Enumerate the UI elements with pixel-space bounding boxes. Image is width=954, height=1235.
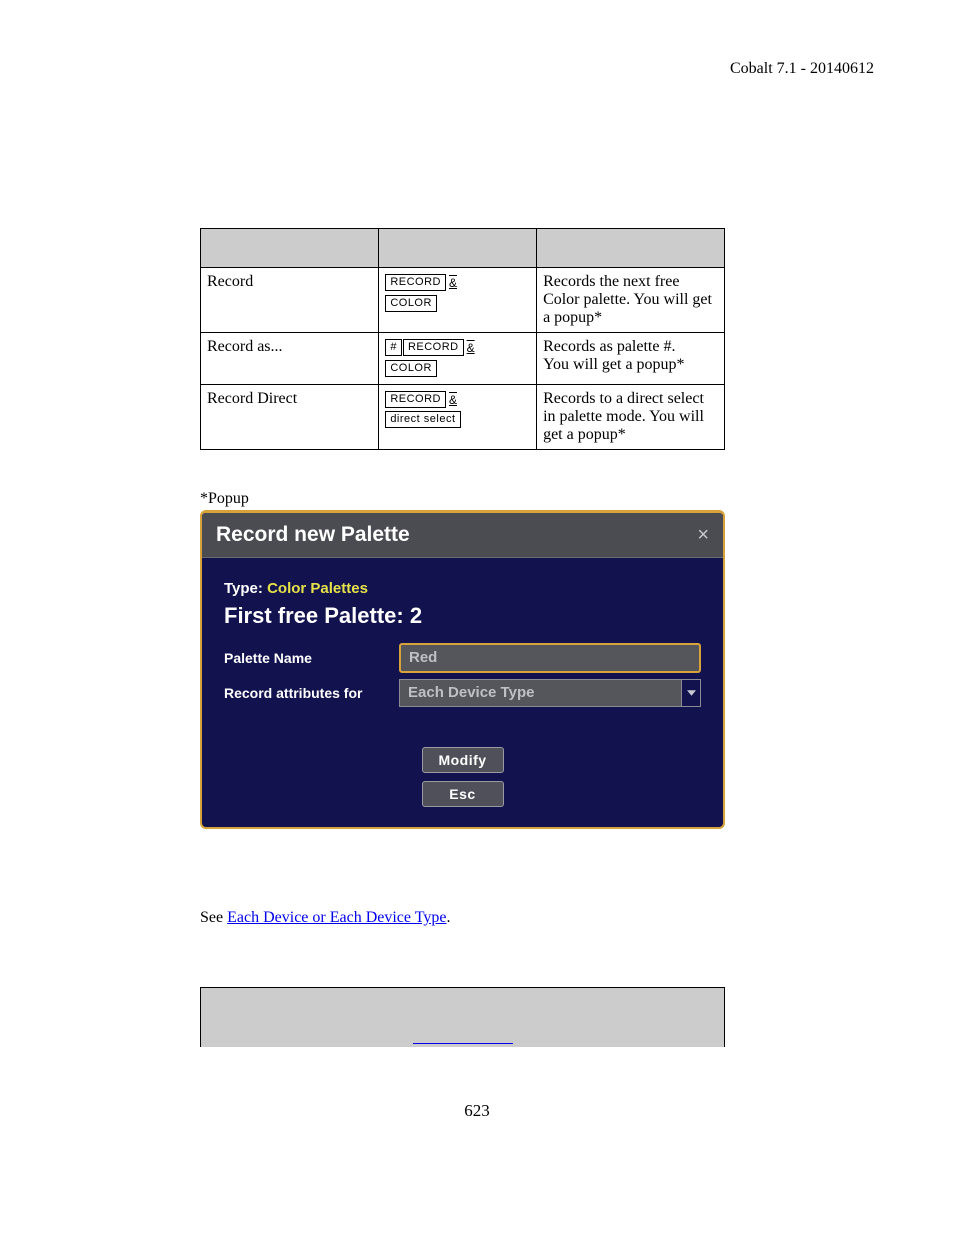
keycap: # [385,339,402,356]
bottom-link-placeholder[interactable] [413,1043,513,1044]
palette-name-label: Palette Name [224,650,399,666]
type-line: Type: Color Palettes [224,580,701,597]
page-number: 623 [0,1101,954,1121]
command-name: Record Direct [201,384,379,449]
command-description: Records the next free Color palette. You… [537,268,725,333]
table-row: Record DirectRECORD&direct selectRecords… [201,384,725,449]
table-row: RecordRECORD&COLORRecords the next free … [201,268,725,333]
command-description: Records to a direct select in palette mo… [537,384,725,449]
keycap: direct select [385,411,460,428]
see-link[interactable]: Each Device or Each Device Type [227,909,446,926]
command-keys: #RECORD& COLOR [379,333,537,385]
record-attr-label: Record attributes for [224,685,399,701]
ampersand-separator: & [449,390,457,410]
command-name: Record as... [201,333,379,385]
popup-footnote-label: *Popup [200,490,804,508]
dialog-title: Record new Palette [216,523,410,547]
see-also-line: See Each Device or Each Device Type. [200,909,804,927]
command-keys: RECORD&direct select [379,384,537,449]
bottom-band [200,987,725,1047]
command-description: Records as palette #.You will get a popu… [537,333,725,385]
type-label: Type: [224,580,263,597]
record-attr-select[interactable]: Each Device Type [399,679,701,707]
modify-button[interactable]: Modify [422,747,504,773]
keycap: COLOR [385,295,437,312]
keycap: RECORD [403,339,464,356]
ampersand-separator: & [467,338,475,358]
page-header-version: Cobalt 7.1 - 20140612 [80,60,874,78]
table-row: Record as... #RECORD& COLOR Records as pale… [201,333,725,385]
dialog-titlebar: Record new Palette × [202,513,723,558]
close-icon[interactable]: × [697,525,709,545]
record-palette-dialog: Record new Palette × Type: Color Palette… [200,510,725,829]
first-free-headline: First free Palette: 2 [224,603,701,629]
palette-name-input[interactable] [399,643,701,673]
keycap: COLOR [385,360,437,377]
keycap: RECORD [385,391,446,408]
record-attr-value: Each Device Type [399,679,682,707]
esc-button[interactable]: Esc [422,781,504,807]
commands-table: RecordRECORD&COLORRecords the next free … [200,228,725,450]
table-header-row [201,229,725,268]
see-prefix: See [200,909,227,926]
ampersand-separator: & [449,273,457,293]
chevron-down-icon[interactable] [682,679,701,707]
command-name: Record [201,268,379,333]
see-suffix: . [446,909,450,926]
type-value: Color Palettes [267,580,368,597]
command-keys: RECORD&COLOR [379,268,537,333]
keycap: RECORD [385,274,446,291]
